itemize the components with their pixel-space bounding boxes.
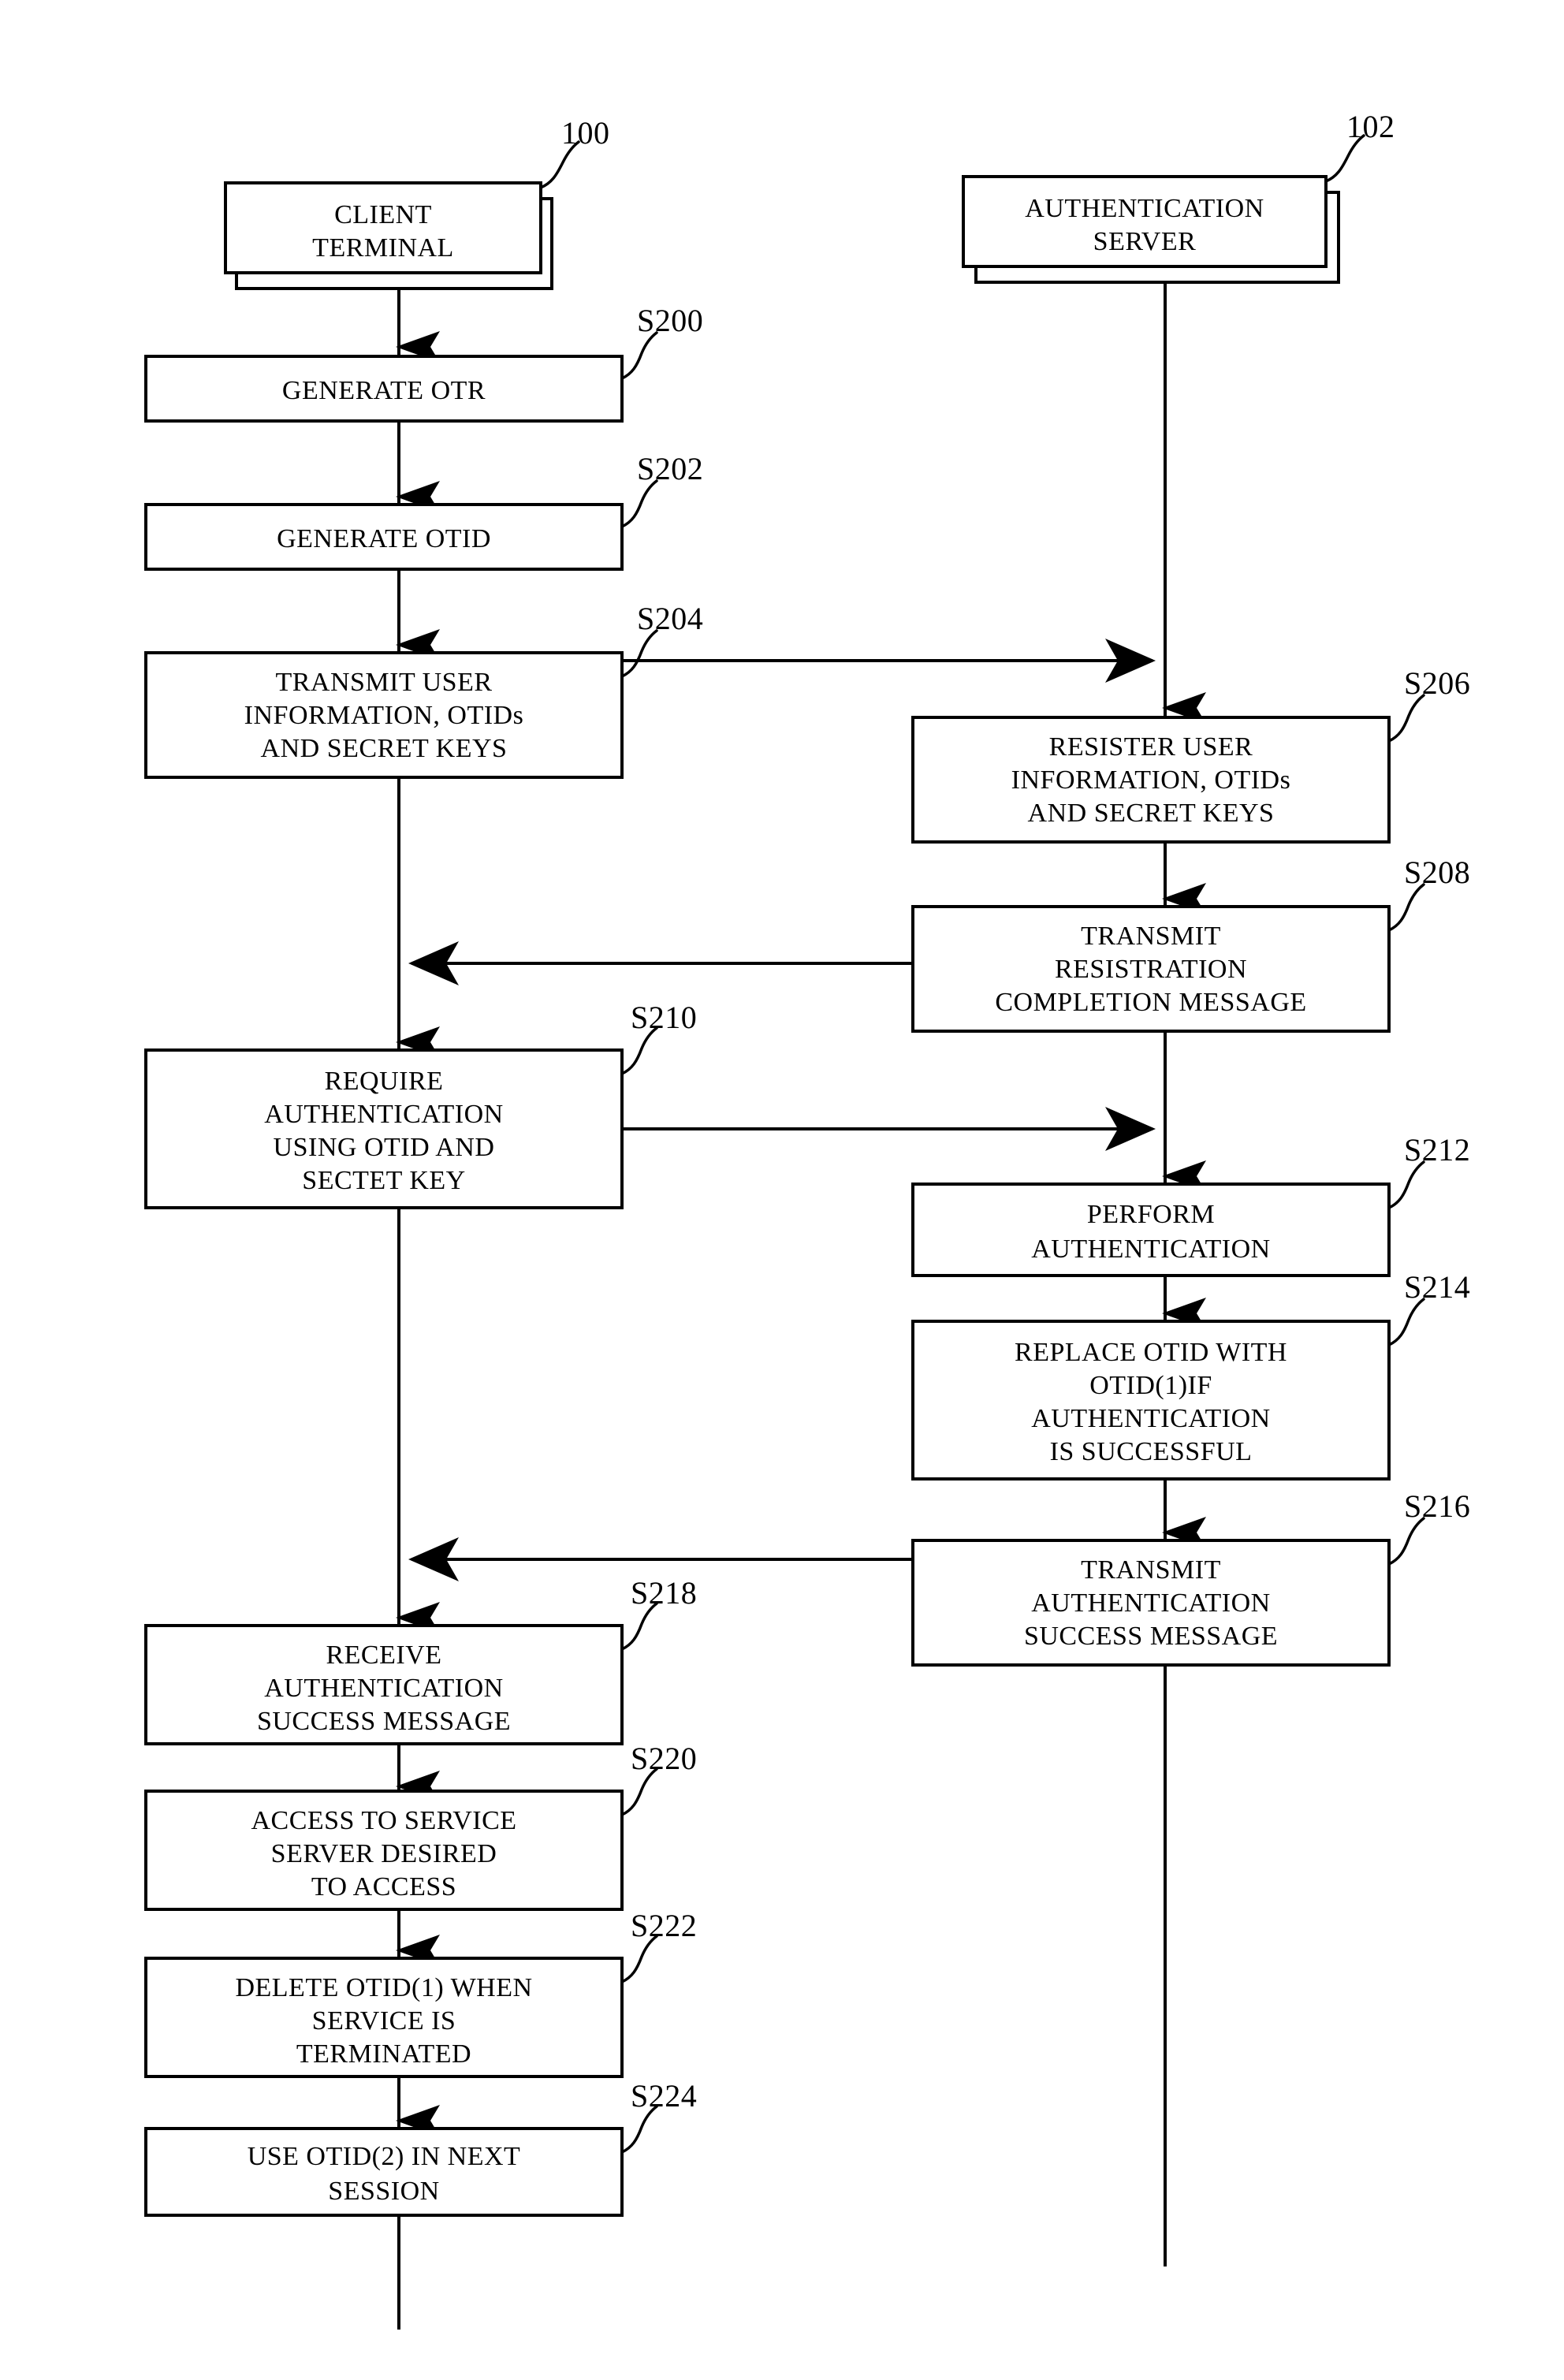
ref-label-s222: S222	[631, 1908, 697, 1943]
ref-label-s202: S202	[637, 451, 703, 486]
s216-label-line1: TRANSMIT	[1081, 1555, 1221, 1585]
ref-label-s204: S204	[637, 601, 703, 636]
s202-label-line1: GENERATE OTID	[277, 524, 491, 553]
s212-label-line1: PERFORM	[1087, 1200, 1215, 1229]
step-s224[interactable]: USE OTID(2) IN NEXT SESSION	[144, 2127, 624, 2217]
step-s210[interactable]: REQUIRE AUTHENTICATION USING OTID AND SE…	[144, 1048, 624, 1209]
ref-label-s200: S200	[637, 303, 703, 338]
step-s216[interactable]: TRANSMIT AUTHENTICATION SUCCESS MESSAGE	[911, 1539, 1391, 1667]
s224-label-line1: USE OTID(2) IN NEXT	[248, 2142, 521, 2171]
flowchart-diagram: CLIENT TERMINAL 100 AUTHENTICATION SERVE…	[0, 0, 1564, 2380]
step-s222[interactable]: DELETE OTID(1) WHEN SERVICE IS TERMINATE…	[144, 1957, 624, 2078]
s206-label-line1: RESISTER USER	[1049, 732, 1253, 762]
step-s212[interactable]: PERFORM AUTHENTICATION	[911, 1183, 1391, 1277]
s214-label-line4: IS SUCCESSFUL	[1050, 1437, 1253, 1466]
ref-label-s224: S224	[631, 2078, 697, 2114]
ref-label-s208: S208	[1404, 855, 1470, 890]
s210-label-line1: REQUIRE	[325, 1067, 444, 1096]
s204-label-line3: AND SECRET KEYS	[261, 734, 508, 763]
s222-label-line3: TERMINATED	[296, 2039, 471, 2069]
ref-label-102: 102	[1346, 109, 1395, 144]
s220-label-line3: TO ACCESS	[311, 1872, 456, 1901]
s218-label-line1: RECEIVE	[326, 1641, 441, 1670]
authentication-server-label-line1: AUTHENTICATION	[1025, 194, 1264, 223]
s206-label-line3: AND SECRET KEYS	[1028, 799, 1275, 828]
ref-label-s214: S214	[1404, 1269, 1470, 1305]
patent-figure: CLIENT TERMINAL 100 AUTHENTICATION SERVE…	[0, 0, 1564, 2380]
s210-label-line4: SECTET KEY	[302, 1166, 465, 1195]
s216-label-line3: SUCCESS MESSAGE	[1024, 1622, 1278, 1651]
s204-label-line2: INFORMATION, OTIDs	[244, 701, 524, 730]
step-s214[interactable]: REPLACE OTID WITH OTID(1)IF AUTHENTICATI…	[911, 1320, 1391, 1481]
s220-label-line2: SERVER DESIRED	[271, 1839, 497, 1868]
client-terminal-label-line2: TERMINAL	[312, 233, 454, 263]
ref-label-100: 100	[561, 115, 610, 151]
s210-label-line2: AUTHENTICATION	[264, 1100, 504, 1129]
s210-label-line3: USING OTID AND	[274, 1133, 495, 1162]
step-s200[interactable]: GENERATE OTR	[144, 355, 624, 423]
s222-label-line1: DELETE OTID(1) WHEN	[235, 1973, 532, 2002]
authentication-server-label-line2: SERVER	[1093, 227, 1197, 256]
s214-label-line3: AUTHENTICATION	[1031, 1404, 1271, 1433]
s200-label-line1: GENERATE OTR	[282, 376, 486, 405]
s208-label-line2: RESISTRATION	[1055, 955, 1247, 984]
s206-label-line2: INFORMATION, OTIDs	[1011, 765, 1291, 795]
ref-label-s206: S206	[1404, 665, 1470, 701]
s224-label-line2: SESSION	[328, 2177, 439, 2206]
s204-label-line1: TRANSMIT USER	[275, 668, 492, 697]
s208-label-line3: COMPLETION MESSAGE	[995, 988, 1306, 1017]
s212-label-line2: AUTHENTICATION	[1031, 1235, 1271, 1264]
ref-label-s212: S212	[1404, 1132, 1470, 1168]
s214-label-line2: OTID(1)IF	[1089, 1371, 1212, 1400]
step-s220[interactable]: ACCESS TO SERVICE SERVER DESIRED TO ACCE…	[144, 1790, 624, 1911]
s218-label-line2: AUTHENTICATION	[264, 1674, 504, 1703]
step-s218[interactable]: RECEIVE AUTHENTICATION SUCCESS MESSAGE	[144, 1624, 624, 1745]
entity-client-terminal[interactable]: CLIENT TERMINAL	[224, 181, 553, 290]
s214-label-line1: REPLACE OTID WITH	[1015, 1338, 1287, 1367]
step-s202[interactable]: GENERATE OTID	[144, 503, 624, 571]
client-terminal-label-line1: CLIENT	[334, 200, 432, 229]
s208-label-line1: TRANSMIT	[1081, 922, 1221, 951]
step-s204[interactable]: TRANSMIT USER INFORMATION, OTIDs AND SEC…	[144, 651, 624, 779]
ref-label-s220: S220	[631, 1741, 697, 1776]
ref-label-s218: S218	[631, 1575, 697, 1611]
s222-label-line2: SERVICE IS	[312, 2006, 456, 2035]
step-s206[interactable]: RESISTER USER INFORMATION, OTIDs AND SEC…	[911, 716, 1391, 844]
entity-authentication-server[interactable]: AUTHENTICATION SERVER	[962, 175, 1340, 284]
ref-label-s216: S216	[1404, 1488, 1470, 1524]
ref-label-s210: S210	[631, 1000, 697, 1035]
s216-label-line2: AUTHENTICATION	[1031, 1589, 1271, 1618]
s220-label-line1: ACCESS TO SERVICE	[251, 1806, 516, 1835]
s218-label-line3: SUCCESS MESSAGE	[257, 1707, 511, 1736]
step-s208[interactable]: TRANSMIT RESISTRATION COMPLETION MESSAGE	[911, 905, 1391, 1033]
